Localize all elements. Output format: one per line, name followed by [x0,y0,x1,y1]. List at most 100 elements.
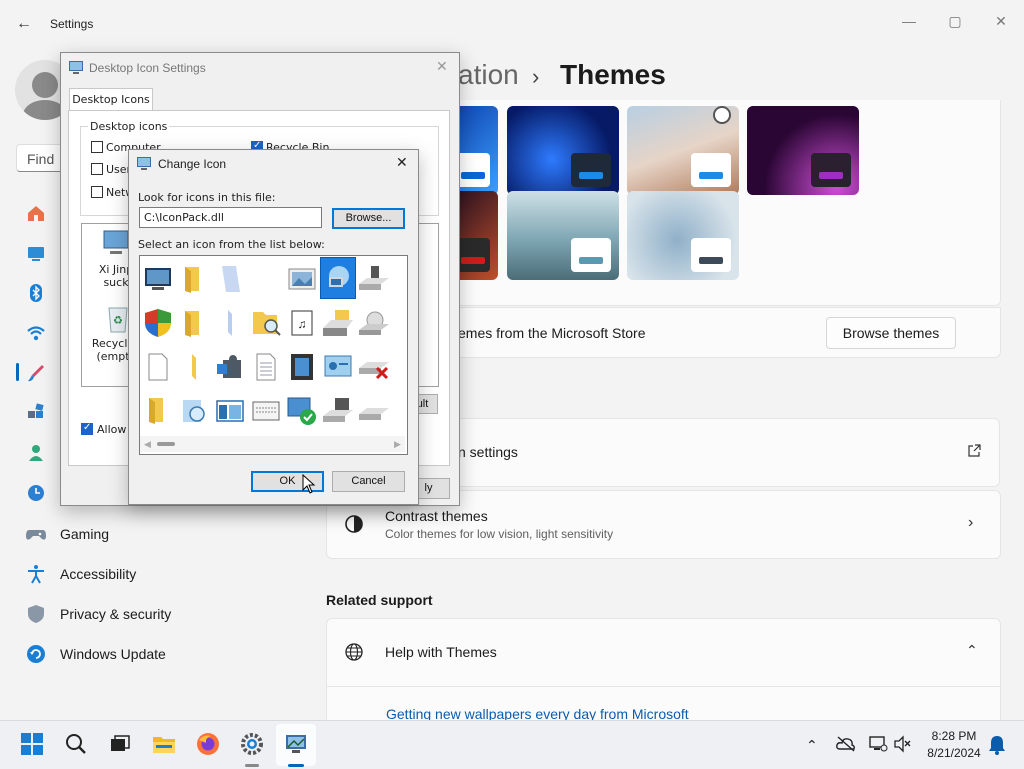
system-icon[interactable] [24,241,48,265]
apps-icon[interactable] [24,401,48,425]
icon-option-puzzle[interactable] [212,346,248,388]
svg-text:♫: ♫ [298,317,307,331]
tab-desktop-icons[interactable]: Desktop Icons [69,88,153,111]
desktop-icon-dialog-title: Desktop Icon Settings [89,61,206,75]
home-icon[interactable] [24,201,48,225]
contrast-themes-subtitle: Color themes for low vision, light sensi… [385,527,614,541]
cancel-button[interactable]: Cancel [332,471,405,492]
icon-option-search-globe[interactable] [176,390,212,432]
help-with-themes-title: Help with Themes [385,644,497,660]
icon-option-blank-doc[interactable] [140,346,176,388]
shield-icon[interactable] [24,602,48,626]
desktop-icons-group-label: Desktop icons [88,120,170,133]
bluetooth-icon[interactable] [24,281,48,305]
scroll-thumb[interactable] [157,442,175,446]
nav-selection-indicator [16,363,19,381]
onedrive-off-icon[interactable] [836,735,856,753]
mouse-cursor-icon [302,473,316,494]
computer-checkbox[interactable] [91,141,103,153]
icon-option-envelope-card[interactable] [248,390,284,432]
icon-option-security-shield[interactable] [140,302,176,344]
icon-option-check-window[interactable] [284,390,320,432]
icon-option-drive-disconnected[interactable] [356,346,392,388]
desktop-icon-settings-taskbar-icon[interactable] [282,730,310,758]
icon-option-control-panel[interactable] [320,346,356,388]
icon-option-drive[interactable] [356,258,392,300]
icon-option-folder-sliver[interactable] [176,346,212,388]
scroll-right-arrow[interactable]: ▶ [394,439,401,450]
dialog-app-icon [68,59,84,75]
start-icon[interactable] [18,730,46,758]
network-tray-icon[interactable] [868,735,888,753]
accessibility-icon[interactable] [24,562,48,586]
allow-themes-checkbox[interactable] [81,422,93,435]
icon-option-network-selected[interactable] [320,257,356,299]
notification-bell-icon[interactable] [988,735,1006,755]
icon-option-floppy-drive[interactable] [320,390,356,432]
chevron-up-icon[interactable]: ⌃ [966,642,978,659]
maximize-button[interactable]: ▢ [932,6,978,36]
icon-option-film[interactable] [284,346,320,388]
nav-item-privacy-security[interactable]: Privacy & security [60,606,171,622]
firefox-icon[interactable] [194,730,222,758]
volume-muted-icon[interactable] [893,735,913,753]
icon-option-text-doc[interactable] [248,346,284,388]
tray-chevron-up-icon[interactable]: ⌃ [806,737,818,754]
icon-option-folder[interactable] [176,258,212,300]
gamepad-icon[interactable] [24,522,48,546]
change-icon-app-icon [136,155,152,171]
settings-gear-icon[interactable] [238,730,266,758]
icon-file-path-input[interactable]: C:\IconPack.dll [139,207,322,228]
change-icon-dialog-close[interactable]: ✕ [396,154,408,171]
search-icon[interactable] [62,730,90,758]
personalization-icon[interactable] [24,361,48,385]
scroll-left-arrow[interactable]: ◀ [144,439,151,450]
clock-time[interactable]: 8:28 PM [924,729,984,743]
search-input[interactable]: Find a [16,144,66,172]
icon-option-folder-search[interactable] [248,302,284,344]
nav-item-gaming[interactable]: Gaming [60,526,109,542]
icon-option-picture[interactable] [284,258,320,300]
browse-themes-button[interactable]: Browse themes [826,317,956,349]
theme-tile-3[interactable] [627,106,739,195]
network-checkbox[interactable] [91,186,103,198]
globe-icon [344,642,364,662]
theme-tile-4[interactable] [747,106,859,195]
close-button[interactable]: ✕ [978,6,1024,36]
icon-option-printer[interactable] [320,302,356,344]
external-link-icon [966,443,982,459]
icon-option-blue-sliver[interactable] [212,302,248,344]
chevron-right-icon: › [968,514,974,531]
related-support-heading: Related support [326,592,433,608]
network-icon[interactable] [24,321,48,345]
theme-tile-7[interactable] [627,191,739,280]
back-button[interactable]: ← [10,10,38,38]
desktop-icon-settings-row[interactable] [440,418,1000,487]
icon-option-folder-2[interactable] [176,302,212,344]
desktop-icon-dialog-close[interactable]: ✕ [436,58,448,75]
breadcrumb-parent[interactable]: ation [458,59,519,91]
browse-button[interactable]: Browse... [332,208,405,229]
accounts-icon[interactable] [24,441,48,465]
window-title: Settings [50,17,94,31]
icon-option-monitor[interactable] [140,258,176,300]
settings-running-indicator [245,764,259,767]
icon-option-music-doc[interactable]: ♫ [284,302,320,344]
nav-item-windows-update[interactable]: Windows Update [60,646,166,662]
file-explorer-icon[interactable] [150,730,178,758]
nav-item-accessibility[interactable]: Accessibility [60,566,136,582]
user-files-checkbox[interactable] [91,163,103,175]
icon-list-scrollbar[interactable] [140,436,405,452]
theme-tile-2[interactable] [507,106,619,195]
theme-tile-6[interactable] [507,191,619,280]
update-icon[interactable] [24,642,48,666]
icon-option-window[interactable] [212,390,248,432]
task-view-icon[interactable] [106,730,134,758]
icon-option-drive-2[interactable] [356,390,392,432]
icon-option-glass[interactable] [212,258,248,300]
minimize-button[interactable]: — [886,6,932,36]
clock-date[interactable]: 8/21/2024 [922,746,986,760]
icon-option-cd-drive[interactable] [356,302,392,344]
time-language-icon[interactable] [24,481,48,505]
icon-option-folder-3[interactable] [140,390,176,432]
